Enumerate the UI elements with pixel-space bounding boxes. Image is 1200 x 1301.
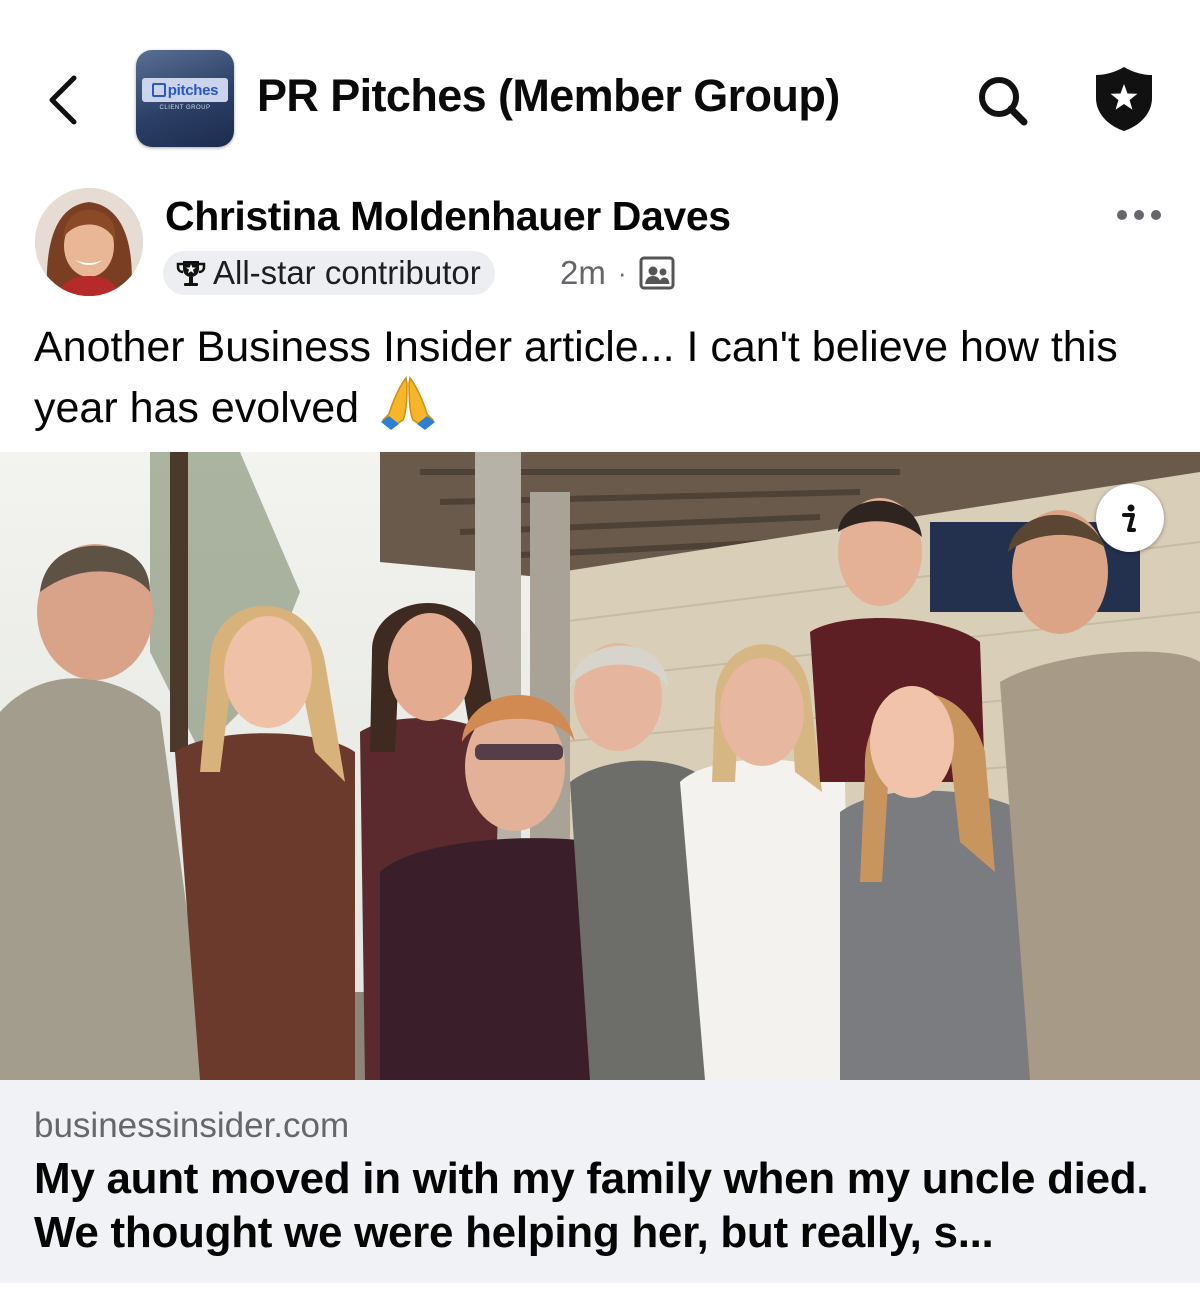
author-avatar[interactable] — [35, 188, 143, 296]
shield-star-icon — [1096, 67, 1152, 131]
contributor-badge[interactable]: All-star contributor — [163, 251, 495, 295]
link-domain: businessinsider.com — [34, 1106, 350, 1145]
post-meta: 2m · — [560, 252, 675, 294]
ad-info-button[interactable] — [1096, 484, 1164, 552]
link-preview-image[interactable] — [0, 452, 1200, 1080]
author-name[interactable]: Christina Moldenhauer Daves — [165, 193, 731, 240]
post-body: Another Business Insider article... I ca… — [34, 320, 1164, 443]
contributor-badge-label: All-star contributor — [213, 254, 481, 291]
logo-box-icon — [151, 83, 166, 97]
post-text: Another Business Insider article... I ca… — [34, 323, 1118, 432]
link-title[interactable]: My aunt moved in with my family when my … — [34, 1152, 1174, 1260]
group-avatar[interactable]: pitches CLIENT GROUP — [136, 50, 234, 147]
author-avatar-photo — [35, 188, 143, 296]
group-header: pitches CLIENT GROUP PR Pitches (Member … — [0, 0, 1200, 180]
group-title[interactable]: PR Pitches (Member Group) — [257, 70, 840, 122]
group-logo-text: pitches — [167, 81, 219, 99]
members-only-icon — [639, 256, 675, 290]
meta-separator: · — [617, 257, 627, 288]
post-options-button[interactable] — [1110, 198, 1168, 232]
group-logo-mark: pitches — [142, 78, 228, 102]
family-photo — [0, 452, 1200, 1080]
pray-emoji — [379, 374, 437, 443]
group-badge-button[interactable] — [1092, 64, 1156, 134]
back-button[interactable] — [40, 70, 92, 130]
post-timestamp[interactable]: 2m — [560, 254, 606, 292]
info-icon — [1122, 504, 1136, 532]
chevron-left-icon — [49, 75, 77, 125]
more-dots-icon — [1117, 210, 1161, 220]
search-icon — [979, 77, 1028, 126]
trophy-icon — [176, 261, 206, 286]
group-logo-subtext: CLIENT GROUP — [159, 105, 211, 111]
search-button[interactable] — [972, 72, 1034, 130]
